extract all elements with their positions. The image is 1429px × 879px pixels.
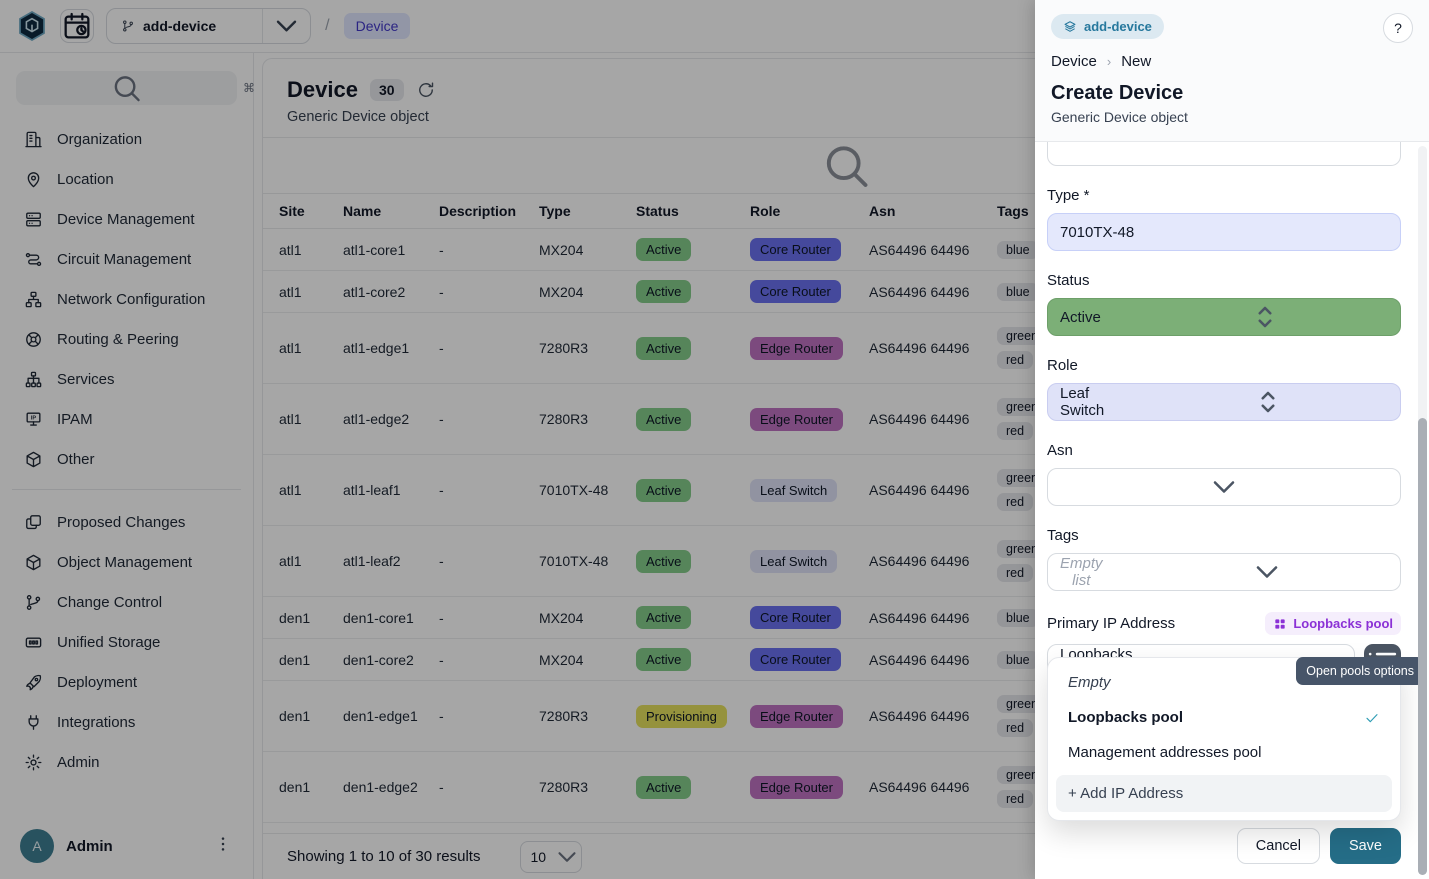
save-button[interactable]: Save [1330,828,1401,864]
drawer-branch-chip[interactable]: add-device [1051,14,1164,39]
type-value: 7010TX-48 [1060,224,1388,241]
tags-placeholder: Empty list [1060,555,1103,589]
scrollbar-thumb[interactable] [1418,418,1427,875]
breadcrumb-parent[interactable]: Device [1051,53,1097,70]
dropdown-option-management-addresses-pool[interactable]: Management addresses pool [1056,735,1392,770]
pool-badge-label: Loopbacks pool [1293,616,1393,631]
check-icon [1364,710,1380,726]
tags-label: Tags [1047,527,1401,544]
dropdown-option-label: Management addresses pool [1068,744,1261,761]
drawer-footer: Cancel Save [1035,816,1429,879]
dropdown-option-label: Empty [1068,674,1111,691]
tags-select[interactable]: Empty list [1047,553,1401,591]
scrolled-field[interactable] [1047,142,1401,166]
drawer-subtitle: Generic Device object [1051,109,1413,125]
drawer-title: Create Device [1051,82,1413,105]
status-select[interactable]: Active [1047,298,1401,336]
role-label: Role [1047,357,1401,374]
app-window: add-device / Device ⌘K OrganizationLocat… [0,0,1429,879]
type-input[interactable]: 7010TX-48 [1047,213,1401,251]
primary-ip-label: Primary IP Address [1047,615,1175,632]
add-ip-address-button[interactable]: + Add IP Address [1056,775,1392,812]
status-label: Status [1047,272,1401,289]
asn-label: Asn [1047,442,1401,459]
chevrons-up-down-icon [1104,384,1429,420]
cancel-button[interactable]: Cancel [1237,828,1320,864]
chevrons-up-down-icon [1101,299,1429,335]
role-select[interactable]: Leaf Switch [1047,383,1401,421]
create-device-drawer: add-device ? Device › New Create Device … [1035,0,1429,879]
role-value: Leaf Switch [1060,385,1104,419]
pool-badge[interactable]: Loopbacks pool [1265,612,1401,635]
help-button[interactable]: ? [1383,13,1413,43]
drawer-header: add-device ? Device › New Create Device … [1035,0,1429,142]
grid-icon [1273,617,1287,631]
layers-icon [1063,20,1077,34]
drawer-scrollbar[interactable] [1418,146,1427,875]
asn-select[interactable] [1047,468,1401,506]
type-label: Type * [1047,187,1401,204]
pools-options-tooltip: Open pools options [1296,657,1424,685]
breadcrumb-current: New [1121,53,1151,70]
breadcrumb-chevron: › [1107,54,1111,69]
drawer-branch-name: add-device [1084,19,1152,34]
chevron-down-icon [1060,469,1388,505]
chevron-down-icon [1103,554,1429,590]
dropdown-option-label: Loopbacks pool [1068,709,1183,726]
status-value: Active [1060,309,1101,326]
dropdown-option-loopbacks-pool[interactable]: Loopbacks pool [1056,700,1392,735]
drawer-breadcrumb: Device › New [1051,53,1413,70]
